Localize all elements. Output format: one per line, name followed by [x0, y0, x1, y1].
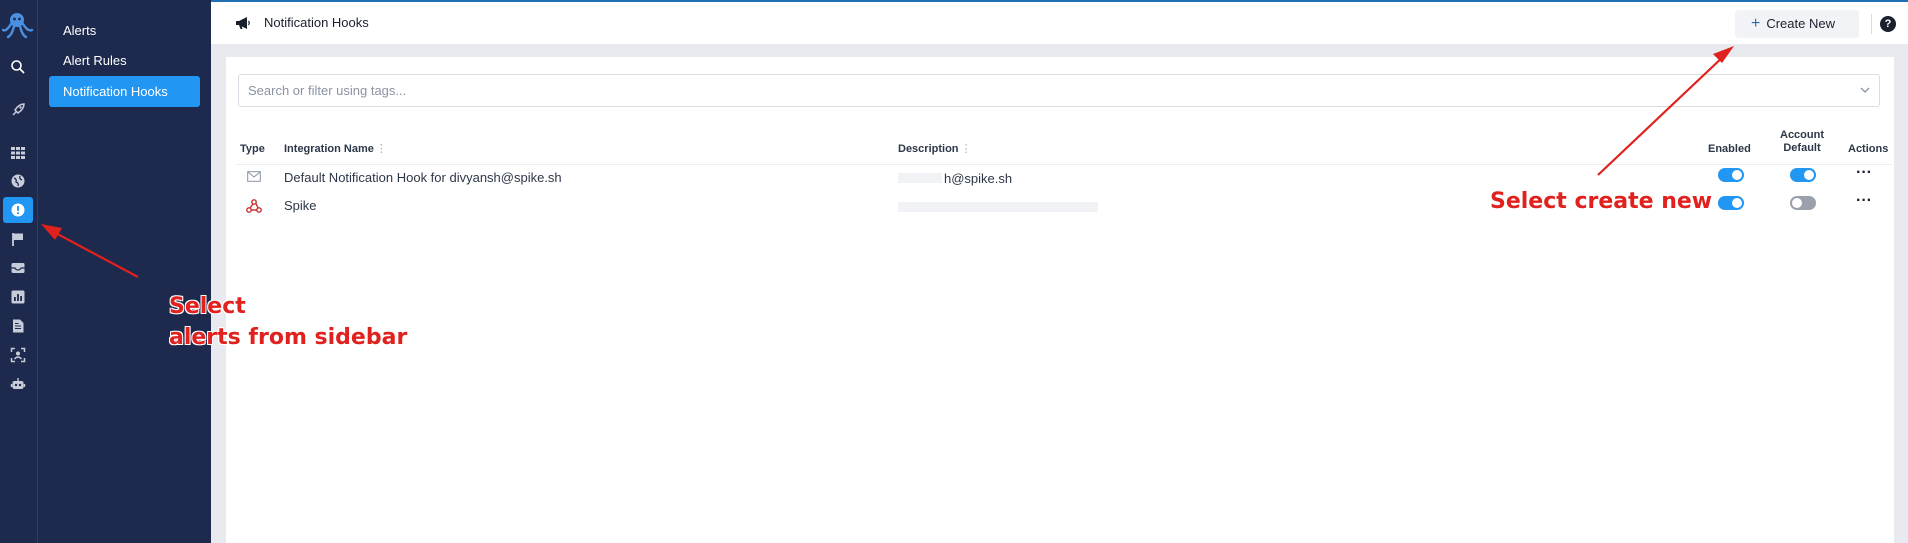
toggle-knob — [1792, 198, 1802, 208]
col-header-actions: Actions — [1848, 143, 1889, 155]
account-default-toggle[interactable] — [1790, 196, 1816, 210]
apps-grid-icon[interactable] — [3, 140, 33, 166]
enabled-toggle[interactable] — [1718, 168, 1744, 182]
redacted-text — [898, 202, 1098, 212]
col-header-account-default: Account Default — [1779, 129, 1825, 155]
integration-name[interactable]: Spike — [284, 198, 317, 213]
robot-icon[interactable] — [3, 371, 33, 397]
bar-chart-icon[interactable] — [3, 284, 33, 310]
page-header: Notification Hooks + Create New ? — [211, 0, 1908, 44]
annotation-sidebar-line1: Select — [169, 294, 246, 319]
toggle-knob — [1804, 170, 1814, 180]
col-header-account-default-line1: Account — [1780, 129, 1824, 141]
webhook-icon — [246, 199, 262, 213]
subnav-item-alerts[interactable]: Alerts — [49, 15, 200, 46]
annotation-sidebar-line2: alerts from sidebar — [169, 325, 408, 350]
sort-icon[interactable]: ⋮ — [376, 143, 387, 155]
col-header-description-label: Description — [898, 143, 959, 155]
row-actions-menu-icon[interactable]: ··· — [1856, 164, 1872, 182]
octopus-logo-icon[interactable] — [2, 10, 34, 40]
account-default-toggle[interactable] — [1790, 168, 1816, 182]
header-divider — [1871, 14, 1872, 34]
subnav-item-alert-rules[interactable]: Alert Rules — [49, 45, 200, 76]
col-header-type: Type — [240, 143, 265, 155]
col-header-description[interactable]: Description ⋮ — [898, 143, 972, 156]
redacted-text — [898, 173, 942, 183]
subnav-item-notification-hooks[interactable]: Notification Hooks — [49, 76, 200, 107]
hooks-panel: Search or filter using tags... Type Inte… — [226, 57, 1894, 543]
alert-circle-icon[interactable] — [3, 197, 33, 223]
enabled-toggle[interactable] — [1718, 196, 1744, 210]
alerts-subnav: Alerts Alert Rules Notification Hooks — [38, 0, 211, 543]
icon-rail — [0, 0, 38, 543]
row-actions-menu-icon[interactable]: ··· — [1856, 192, 1872, 210]
annotation-create-new: Select create new — [1490, 189, 1713, 214]
megaphone-icon — [236, 17, 250, 29]
page-title: Notification Hooks — [264, 15, 369, 30]
plus-icon: + — [1751, 15, 1761, 32]
mail-icon — [247, 171, 261, 182]
search-icon[interactable] — [3, 54, 33, 80]
sort-icon[interactable]: ⋮ — [961, 143, 972, 155]
create-new-button[interactable]: + Create New — [1735, 10, 1859, 38]
description: h@spike.sh — [944, 171, 1013, 186]
help-icon[interactable]: ? — [1880, 16, 1896, 32]
create-new-label: Create New — [1766, 16, 1835, 31]
globe-icon[interactable] — [3, 168, 33, 194]
toggle-knob — [1732, 198, 1742, 208]
inbox-icon[interactable] — [3, 255, 33, 281]
tag-search-input[interactable]: Search or filter using tags... — [238, 74, 1880, 107]
col-header-name[interactable]: Integration Name ⋮ — [284, 143, 387, 156]
chevron-down-icon[interactable] — [1859, 84, 1871, 96]
flag-icon[interactable] — [3, 226, 33, 252]
integration-name[interactable]: Default Notification Hook for divyansh@s… — [284, 170, 562, 185]
col-header-name-label: Integration Name — [284, 143, 374, 155]
scan-user-icon[interactable] — [3, 342, 33, 368]
col-header-account-default-line2: Default — [1783, 142, 1821, 154]
search-placeholder: Search or filter using tags... — [248, 83, 407, 98]
table-header-divider — [236, 164, 1892, 165]
toggle-knob — [1732, 170, 1742, 180]
rocket-icon[interactable] — [3, 97, 33, 123]
document-icon[interactable] — [3, 313, 33, 339]
col-header-enabled: Enabled — [1708, 143, 1751, 155]
